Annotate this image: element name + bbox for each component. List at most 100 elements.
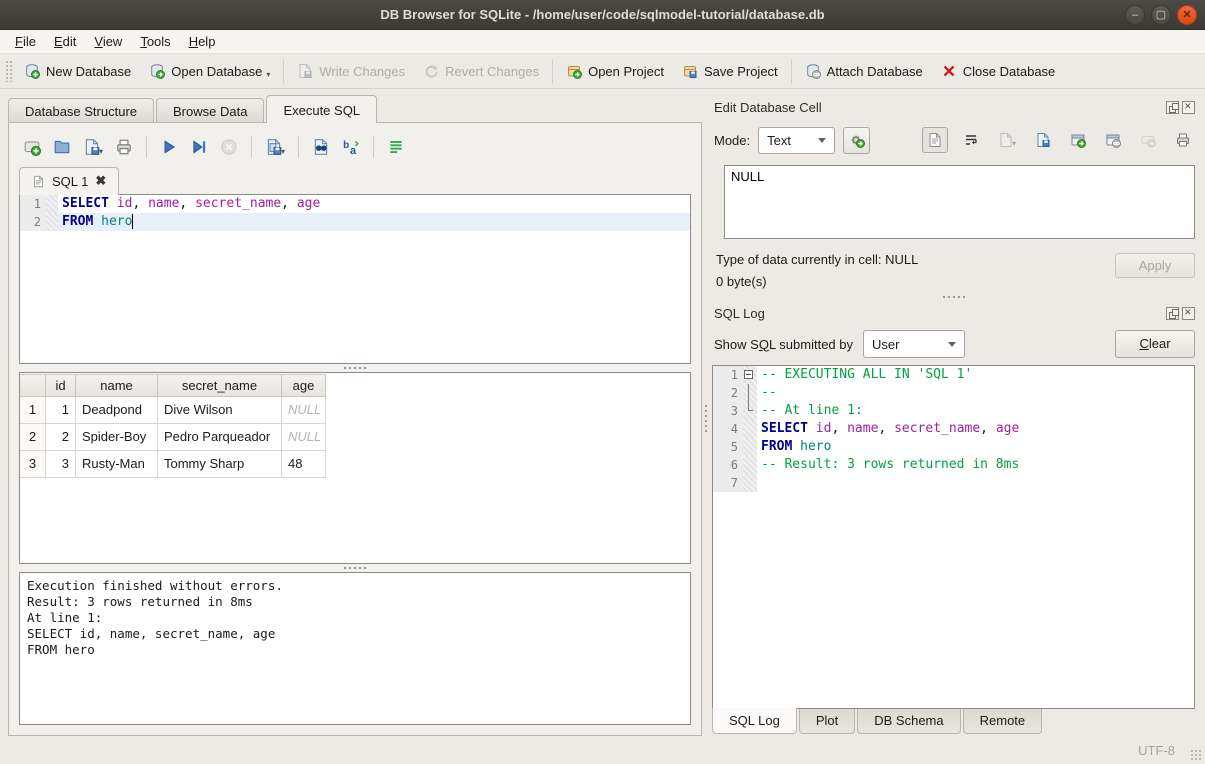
row-number[interactable]: 3 <box>20 451 46 478</box>
results-message-splitter[interactable] <box>19 564 691 572</box>
close-button[interactable]: ✕ <box>1177 5 1197 25</box>
cell-value-editor[interactable]: NULL <box>724 165 1195 239</box>
encoding-indicator[interactable]: UTF-8 <box>1138 743 1175 758</box>
menu-tools[interactable]: Tools <box>131 31 179 52</box>
print-cell-button[interactable] <box>1171 128 1195 152</box>
sql-log-view[interactable]: 1-- EXECUTING ALL IN 'SQL 1'2--3-- At li… <box>712 365 1195 709</box>
dropdown-arrow-icon[interactable]: ▾ <box>1012 139 1016 148</box>
set-null-button[interactable] <box>1136 128 1160 152</box>
open-in-external-button[interactable] <box>1066 128 1090 152</box>
toolbar-button-revert-changes[interactable]: Revert Changes <box>414 58 548 84</box>
table-cell[interactable]: NULL <box>282 424 326 451</box>
menu-edit[interactable]: Edit <box>45 31 85 52</box>
menu-help[interactable]: Help <box>180 31 225 52</box>
open-sql-file-button[interactable] <box>49 134 75 160</box>
close-dock-icon[interactable] <box>1182 101 1195 114</box>
table-cell[interactable]: 1 <box>46 397 76 424</box>
new-sql-tab-button[interactable] <box>19 134 45 160</box>
tab-database-structure[interactable]: Database Structure <box>8 98 154 123</box>
message-line: FROM hero <box>27 642 683 658</box>
table-cell[interactable]: Spider-Boy <box>76 424 158 451</box>
stop-execution-button[interactable] <box>216 134 242 160</box>
toolbar-button-save-project[interactable]: Save Project <box>673 58 787 84</box>
close-dock-icon[interactable] <box>1182 307 1195 320</box>
word-wrap-button[interactable] <box>959 128 983 152</box>
execute-current-line-button[interactable] <box>186 134 212 160</box>
print-sql-button[interactable] <box>111 134 137 160</box>
dock-tab-db-schema[interactable]: DB Schema <box>857 709 960 734</box>
log-line: 2-- <box>713 384 1194 402</box>
export-to-file-icon <box>1035 132 1051 148</box>
submitter-select[interactable]: User <box>863 330 965 358</box>
save-results-button[interactable]: ▾ <box>261 134 289 160</box>
table-row: 22Spider-BoyPedro ParqueadorNULL <box>20 424 690 451</box>
panel-splitter[interactable] <box>702 95 710 736</box>
mode-select[interactable]: Text <box>758 127 835 154</box>
execute-all-button[interactable] <box>156 134 182 160</box>
column-header-id[interactable]: id <box>46 374 76 397</box>
export-to-file-button[interactable] <box>1031 128 1055 152</box>
copy-link-button[interactable] <box>1101 128 1125 152</box>
dropdown-arrow-icon[interactable]: ▾ <box>281 147 285 156</box>
save-sql-file-button[interactable]: ▾ <box>79 134 107 160</box>
editor-results-splitter[interactable] <box>19 364 691 372</box>
toolbar-button-new-database[interactable]: New Database <box>15 58 140 84</box>
dock-tab-remote[interactable]: Remote <box>963 709 1043 734</box>
column-header-secret-name[interactable]: secret_name <box>158 374 282 397</box>
apply-button[interactable]: Apply <box>1115 253 1195 278</box>
table-cell[interactable]: 48 <box>282 451 326 478</box>
open-sql-file-icon <box>53 138 71 156</box>
text-mode-button[interactable] <box>922 127 948 153</box>
table-cell[interactable]: Dive Wilson <box>158 397 282 424</box>
table-cell[interactable]: Tommy Sharp <box>158 451 282 478</box>
float-dock-icon[interactable] <box>1166 101 1179 114</box>
tab-execute-sql[interactable]: Execute SQL <box>266 95 377 123</box>
dropdown-arrow-icon[interactable]: ▾ <box>99 147 103 156</box>
tab-browse-data[interactable]: Browse Data <box>156 98 264 123</box>
dock-tab-sql-log[interactable]: SQL Log <box>712 708 797 734</box>
format-sql-button[interactable]: ba <box>338 134 364 160</box>
dock-tab-plot[interactable]: Plot <box>799 709 855 734</box>
float-dock-icon[interactable] <box>1166 307 1179 320</box>
import-from-file-button[interactable]: ▾ <box>994 128 1020 152</box>
toolbar-button-close-database[interactable]: Close Database <box>932 58 1065 84</box>
sql-editor[interactable]: 1SELECT id, name, secret_name, age2FROM … <box>19 194 691 364</box>
menu-file[interactable]: File <box>6 31 45 52</box>
dropdown-arrow-icon[interactable]: ▾ <box>266 70 270 79</box>
fold-marker[interactable] <box>743 366 757 384</box>
maximize-button[interactable]: ▢ <box>1151 5 1171 25</box>
toolbar-button-open-project[interactable]: Open Project <box>557 58 673 84</box>
table-cell[interactable]: Rusty-Man <box>76 451 158 478</box>
row-number[interactable]: 1 <box>20 397 46 424</box>
log-line: 3-- At line 1: <box>713 402 1194 420</box>
sql-log-filter-row: Show SQL submitted by User Clear <box>714 327 1195 361</box>
close-sql-tab-icon[interactable]: ✖ <box>95 173 106 189</box>
toolbar-grip[interactable] <box>5 60 12 82</box>
resize-grip[interactable] <box>1190 749 1202 761</box>
print-sql-icon <box>115 138 133 156</box>
table-cell[interactable]: 3 <box>46 451 76 478</box>
sql-file-tab[interactable]: SQL 1 ✖ <box>19 167 119 195</box>
clear-log-button[interactable]: Clear <box>1115 330 1195 358</box>
sql-log-dock-header: SQL Log <box>714 303 1195 323</box>
auto-apply-button[interactable] <box>843 127 870 154</box>
fold-marker <box>743 384 757 402</box>
table-cell[interactable]: Pedro Parqueador <box>158 424 282 451</box>
fold-marker <box>743 402 757 420</box>
column-header-name[interactable]: name <box>76 374 158 397</box>
toolbar-button-open-database[interactable]: Open Database▾ <box>140 58 279 84</box>
row-number[interactable]: 2 <box>20 424 46 451</box>
toolbar-button-write-changes[interactable]: Write Changes <box>288 58 414 84</box>
column-header-age[interactable]: age <box>282 374 326 397</box>
table-cell[interactable]: 2 <box>46 424 76 451</box>
word-wrap-toggle-button[interactable] <box>383 134 409 160</box>
dock-splitter[interactable] <box>710 293 1197 301</box>
toolbar-button-attach-database[interactable]: Attach Database <box>796 58 932 84</box>
find-replace-button[interactable] <box>308 134 334 160</box>
minimize-button[interactable]: – <box>1125 5 1145 25</box>
table-cell[interactable]: Deadpond <box>76 397 158 424</box>
table-row: 11DeadpondDive WilsonNULL <box>20 397 690 424</box>
table-cell[interactable]: NULL <box>282 397 326 424</box>
menu-view[interactable]: View <box>85 31 131 52</box>
set-null-icon <box>1140 132 1156 148</box>
